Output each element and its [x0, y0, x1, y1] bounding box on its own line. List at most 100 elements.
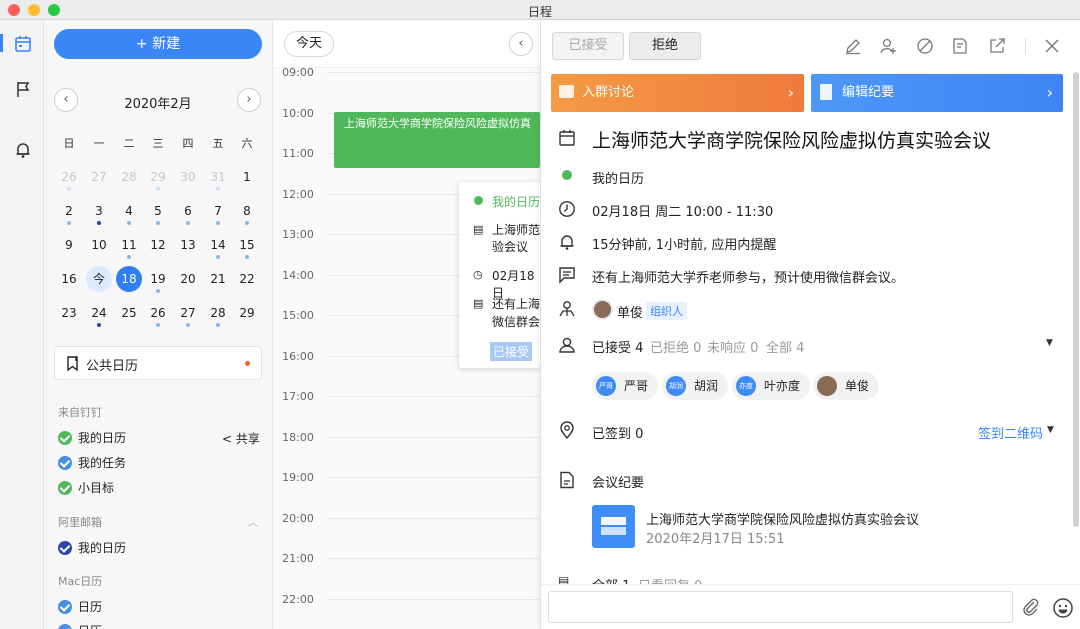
calendar-day[interactable]: 29 [232, 300, 262, 326]
calendar-day[interactable]: 30 [173, 164, 203, 190]
share-button[interactable]: < 共享 [222, 430, 260, 447]
share-label: 共享 [235, 432, 260, 446]
calendar-day[interactable]: 26 [54, 164, 84, 191]
attendee-chip[interactable]: 单俊 [813, 372, 880, 400]
add-person-icon[interactable] [879, 37, 897, 55]
calendar-day[interactable]: 16 [54, 266, 84, 292]
minutes-doc-title[interactable]: 上海师范大学商学院保险风险虚拟仿真实验会议 [646, 509, 919, 528]
prev-month-button[interactable]: ‹ [54, 88, 78, 112]
chevron-right-icon: › [1046, 83, 1053, 102]
caret-down-icon[interactable]: ▼ [1047, 425, 1054, 435]
calendar-day[interactable]: 14 [203, 232, 233, 259]
day-number: 10 [91, 238, 107, 252]
hour-label: 21:00 [282, 552, 314, 565]
hour-label: 19:00 [282, 471, 314, 484]
day-number: 2 [65, 204, 73, 218]
checkbox-icon [58, 430, 72, 445]
replies-filter[interactable]: 只看回复 0 [638, 575, 702, 584]
calendar-day[interactable]: 23 [54, 300, 84, 326]
calendar-day[interactable]: 2 [54, 198, 84, 225]
attendee-chip[interactable]: 亦度 叶亦度 [732, 372, 811, 400]
flag-icon[interactable] [14, 80, 32, 98]
accepted-button[interactable]: 已接受 [552, 32, 624, 60]
calendar-day[interactable]: 27 [173, 300, 203, 327]
attachment-icon[interactable] [1021, 597, 1041, 617]
calendar-toggle-small-goals[interactable]: 小目标 [58, 479, 114, 497]
minutes-doc-thumbnail[interactable] [592, 505, 635, 548]
public-calendar-label: 公共日历 [86, 359, 139, 374]
calendar-day[interactable]: 7 [203, 198, 233, 225]
calendar-icon[interactable] [14, 35, 32, 53]
share-icon: < [222, 432, 233, 446]
sign-document-icon[interactable] [951, 37, 969, 55]
replies-all[interactable]: 全部 1 [592, 575, 630, 584]
calendar-day[interactable]: 5 [143, 198, 173, 225]
calendar-day[interactable]: 19 [143, 266, 173, 293]
calendar-day[interactable]: 24 [84, 300, 114, 327]
share-out-icon[interactable] [988, 37, 1006, 55]
calendar-day[interactable]: 25 [114, 300, 144, 326]
attendee-chip[interactable]: 严哥 严哥 [592, 372, 659, 400]
today-button[interactable]: 今天 [284, 31, 334, 57]
calendar-day[interactable]: 6 [173, 198, 203, 225]
day-number: 28 [210, 306, 226, 320]
comment-input[interactable] [548, 591, 1013, 623]
calendar-day[interactable]: 21 [203, 266, 233, 292]
detail-scrollbar[interactable] [1073, 72, 1079, 527]
calendar-toggle-my-calendar[interactable]: 我的日历 [58, 429, 126, 447]
caret-down-icon[interactable]: ▼ [1046, 338, 1053, 348]
event-time: 02月18日 周二 10:00 - 11:30 [592, 205, 774, 220]
edit-icon[interactable] [844, 37, 862, 55]
next-month-button[interactable]: › [237, 88, 261, 112]
reject-button[interactable]: 拒绝 [629, 32, 701, 60]
calendar-toggle-my-tasks[interactable]: 我的任务 [58, 454, 126, 472]
rsvp-accepted[interactable]: 已接受 4 [592, 337, 643, 356]
calendar-toggle-mac-calendar-2[interactable]: 日历 [58, 622, 102, 629]
hour-line [328, 72, 540, 73]
calendar-day[interactable]: 3 [84, 198, 114, 225]
calendar-name: 我的日历 [78, 541, 127, 555]
calendar-day[interactable]: 28 [203, 300, 233, 327]
close-icon[interactable] [1043, 37, 1061, 55]
calendar-day[interactable]: 26 [143, 300, 173, 327]
cancel-event-icon[interactable] [916, 37, 934, 55]
calendar-day[interactable]: 31 [203, 164, 233, 191]
checkin-qr-link[interactable]: 签到二维码 [978, 423, 1043, 442]
calendar-toggle-mail-calendar[interactable]: 我的日历 [58, 539, 126, 557]
calendar-day[interactable]: 10 [84, 232, 114, 258]
event-block[interactable]: 上海师范大学商学院保险风险虚拟仿真 [334, 112, 540, 168]
event-preview-popup[interactable]: 我的日历 ▤ 上海师范 验会议 ◷ 02月18日 ▤ 还有上海 微信群会 已接受 [459, 182, 540, 368]
calendar-day[interactable]: 29 [143, 164, 173, 191]
join-group-discussion-button[interactable]: 入群讨论 › [551, 74, 804, 112]
edit-minutes-button[interactable]: 编辑纪要 › [811, 74, 1063, 112]
rsvp-all[interactable]: 全部 4 [766, 337, 804, 356]
calendar-day[interactable]: 15 [232, 232, 262, 259]
collapse-chevron-icon[interactable]: ︿ [248, 514, 258, 529]
calendar-day[interactable]: 8 [232, 198, 262, 225]
calendar-toggle-mac-calendar[interactable]: 日历 [58, 598, 102, 616]
calendar-day[interactable]: 9 [54, 232, 84, 258]
popup-status[interactable]: 已接受 [490, 342, 533, 361]
prev-day-button[interactable]: ‹ [509, 32, 533, 56]
rsvp-no-response[interactable]: 未响应 0 [707, 337, 758, 356]
calendar-day[interactable]: 1 [232, 164, 262, 190]
calendar-day[interactable]: 4 [114, 198, 144, 225]
calendar-day[interactable]: 18 [114, 266, 144, 292]
emoji-icon[interactable] [1052, 597, 1074, 619]
calendar-day[interactable]: 今 [84, 266, 114, 292]
calendar-day[interactable]: 20 [173, 266, 203, 292]
calendar-day[interactable]: 13 [173, 232, 203, 258]
attendee-chip[interactable]: 胡润 胡润 [662, 372, 729, 400]
calendar-day[interactable]: 28 [114, 164, 144, 190]
calendar-day[interactable]: 22 [232, 266, 262, 292]
calendar-day[interactable]: 27 [84, 164, 114, 190]
new-event-button[interactable]: + 新建 [54, 29, 262, 59]
checkbox-icon [58, 623, 72, 629]
checkbox-icon [58, 540, 72, 555]
public-calendar-button[interactable]: 公共日历 [54, 346, 262, 380]
hour-line [328, 396, 540, 397]
calendar-day[interactable]: 12 [143, 232, 173, 258]
bell-icon[interactable] [14, 141, 32, 159]
calendar-day[interactable]: 11 [114, 232, 144, 259]
rsvp-rejected[interactable]: 已拒绝 0 [650, 337, 701, 356]
